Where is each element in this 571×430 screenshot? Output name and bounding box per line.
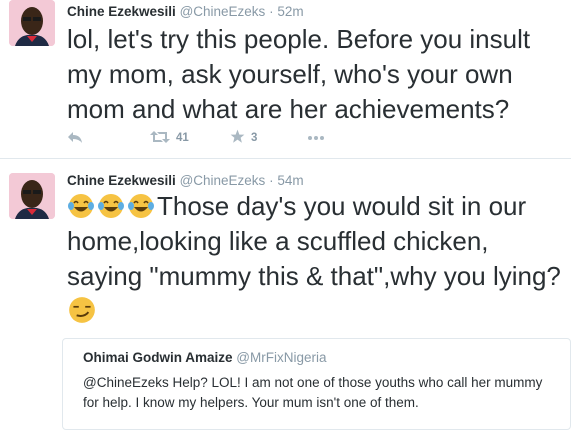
tweet-header: Chine Ezekwesili @ChineEzeks · 52m bbox=[67, 4, 304, 20]
tears-of-joy-emoji bbox=[127, 192, 155, 220]
quoted-tweet-header: Ohimai Godwin Amaize @MrFixNigeria bbox=[83, 350, 327, 365]
quoted-tweet-text: @ChineEzeks Help? LOL! I am not one of t… bbox=[83, 375, 543, 410]
timestamp[interactable]: · 52m bbox=[269, 4, 304, 19]
author-name[interactable]: Chine Ezekwesili bbox=[67, 173, 176, 188]
favorite-count: 3 bbox=[251, 132, 258, 144]
favorite-button[interactable]: 3 bbox=[230, 128, 257, 148]
tears-of-joy-emoji bbox=[67, 192, 95, 220]
author-handle[interactable]: @ChineEzeks bbox=[180, 173, 266, 188]
avatar[interactable] bbox=[9, 0, 55, 46]
more-dots-icon bbox=[307, 132, 325, 144]
avatar[interactable] bbox=[9, 173, 55, 219]
quoted-tweet[interactable]: Ohimai Godwin Amaize @MrFixNigeria @Chin… bbox=[62, 338, 571, 430]
smirking-face-emoji bbox=[67, 295, 97, 325]
retweet-button[interactable]: 41 bbox=[150, 128, 189, 148]
reply-icon bbox=[67, 130, 83, 147]
quoted-author-handle[interactable]: @MrFixNigeria bbox=[236, 350, 326, 365]
reply-button[interactable] bbox=[67, 128, 83, 148]
tweet: Chine Ezekwesili @ChineEzeks · 52m lol, … bbox=[0, 0, 571, 159]
tweet-text: lol, let's try this people. Before you i… bbox=[67, 24, 531, 124]
tweet-header: Chine Ezekwesili @ChineEzeks · 54m bbox=[67, 173, 304, 189]
timestamp[interactable]: · 54m bbox=[269, 173, 304, 188]
quoted-author-name[interactable]: Ohimai Godwin Amaize bbox=[83, 350, 233, 365]
star-icon bbox=[230, 129, 245, 147]
retweet-count: 41 bbox=[176, 132, 189, 144]
author-handle[interactable]: @ChineEzeks bbox=[180, 4, 266, 19]
tweet-text-block: Those day's you would sit in our home,lo… bbox=[67, 189, 569, 329]
tweet-actions: 41 3 bbox=[67, 128, 347, 148]
author-name[interactable]: Chine Ezekwesili bbox=[67, 4, 176, 19]
retweet-icon bbox=[150, 130, 170, 147]
more-button[interactable] bbox=[307, 128, 325, 148]
tears-of-joy-emoji bbox=[97, 192, 125, 220]
tweet: Chine Ezekwesili @ChineEzeks · 54m Those… bbox=[0, 159, 571, 430]
